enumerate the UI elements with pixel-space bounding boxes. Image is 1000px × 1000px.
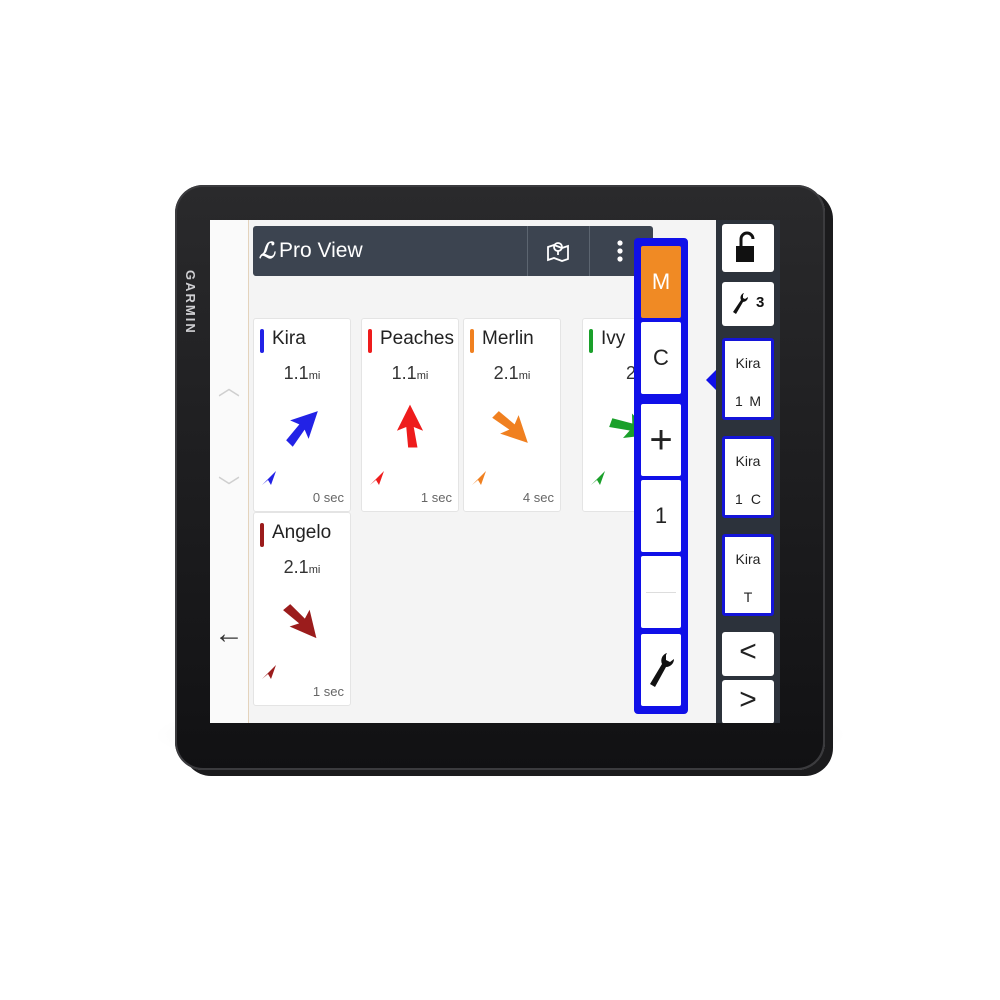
dog-color-bar bbox=[470, 329, 474, 353]
mini-arrow-icon bbox=[262, 665, 276, 679]
mini-arrow-icon bbox=[370, 471, 384, 485]
marking-popup: M C + 1 bbox=[634, 238, 688, 714]
back-button[interactable]: ← bbox=[213, 618, 245, 650]
dog-color-bar bbox=[368, 329, 372, 353]
empty-slot bbox=[641, 556, 681, 628]
update-age: 0 sec bbox=[312, 490, 344, 505]
prev-button[interactable]: < bbox=[722, 632, 774, 676]
dog-distance: 2.1mi bbox=[493, 363, 531, 383]
quick-action-dog: Kira bbox=[735, 355, 761, 371]
settings-button[interactable] bbox=[641, 634, 681, 706]
page-title: Pro View bbox=[279, 239, 363, 262]
dog-distance: 1.1mi bbox=[283, 363, 321, 383]
dog-name: Peaches bbox=[380, 328, 454, 349]
dog-card[interactable]: Kira 1.1mi 0 sec bbox=[253, 318, 351, 512]
dog-name: Angelo bbox=[272, 522, 332, 543]
tools-count: 3 bbox=[756, 294, 765, 311]
map-pin-icon bbox=[547, 242, 569, 262]
dog-card[interactable]: Angelo 2.1mi 1 sec bbox=[253, 512, 351, 706]
left-rail: ︿ ﹀ ← bbox=[210, 220, 249, 723]
more-vert-icon bbox=[617, 240, 623, 262]
quick-action-dog: Kira bbox=[735, 453, 761, 469]
quick-action-left: T bbox=[743, 589, 753, 605]
wrench-icon bbox=[733, 293, 748, 314]
lock-open-icon bbox=[736, 231, 755, 262]
scroll-up-icon[interactable]: ︿ bbox=[218, 370, 240, 402]
map-button[interactable] bbox=[527, 226, 588, 276]
screen: ︿ ﹀ ← ℒ Pro View Kira 1.1mi 0 sec Peaches 1.… bbox=[210, 220, 780, 723]
popup-pointer bbox=[706, 370, 716, 390]
dog-card[interactable]: Peaches 1.1mi 1 sec bbox=[361, 318, 459, 512]
dog-color-bar bbox=[260, 329, 264, 353]
brand-logo: GARMIN bbox=[183, 270, 198, 335]
dog-name: Merlin bbox=[482, 328, 534, 349]
lock-button[interactable] bbox=[722, 224, 774, 272]
dog-distance: 2.1mi bbox=[283, 557, 321, 577]
mark-button[interactable]: M bbox=[641, 246, 681, 318]
update-age: 1 sec bbox=[420, 490, 452, 505]
garmin-device: GARMIN ︿ ﹀ ← ℒ Pro View Kira 1.1mi 0 sec… bbox=[175, 185, 825, 770]
dog-card[interactable]: Merlin 2.1mi 4 sec bbox=[463, 318, 561, 512]
dog-color-bar bbox=[589, 329, 593, 353]
dog-tracker-icon: ℒ bbox=[259, 238, 275, 263]
update-age: 4 sec bbox=[522, 490, 554, 505]
mini-arrow-icon bbox=[472, 471, 486, 485]
dog-color-bar bbox=[260, 523, 264, 547]
add-button[interactable]: + bbox=[641, 404, 681, 476]
quick-action-button[interactable]: Kira 1 C bbox=[722, 436, 774, 518]
dog-name: Kira bbox=[272, 328, 306, 349]
quick-action-left: 1 bbox=[735, 491, 743, 507]
update-age: 1 sec bbox=[312, 684, 344, 699]
dog-name: Ivy bbox=[601, 328, 626, 349]
dog-distance: 1.1mi bbox=[391, 363, 429, 383]
quick-action-dog: Kira bbox=[735, 551, 761, 567]
mini-arrow-icon bbox=[591, 471, 605, 485]
heading-arrow-icon bbox=[396, 404, 424, 448]
right-panel: 3 Kira 1 M Kira 1 C Kira T < > bbox=[706, 220, 780, 723]
quick-action-right: C bbox=[750, 491, 761, 507]
quick-action-button[interactable]: Kira 1 M bbox=[722, 338, 774, 420]
next-button[interactable]: > bbox=[722, 680, 774, 723]
quick-action-right: M bbox=[749, 393, 761, 409]
heading-arrow-icon bbox=[492, 411, 528, 443]
scroll-down-icon[interactable]: ﹀ bbox=[218, 470, 240, 502]
heading-arrow-icon bbox=[283, 604, 317, 639]
quick-action-button[interactable]: Kira T bbox=[722, 534, 774, 616]
quick-action-left: 1 bbox=[735, 393, 743, 409]
count-value: 1 bbox=[641, 480, 681, 552]
clear-button[interactable]: C bbox=[641, 322, 681, 394]
wrench-icon bbox=[650, 653, 674, 687]
app-header: ℒ Pro View bbox=[253, 226, 653, 276]
mini-arrow-icon bbox=[262, 471, 276, 485]
tools-button[interactable]: 3 bbox=[722, 282, 774, 326]
heading-arrow-icon bbox=[286, 411, 318, 447]
